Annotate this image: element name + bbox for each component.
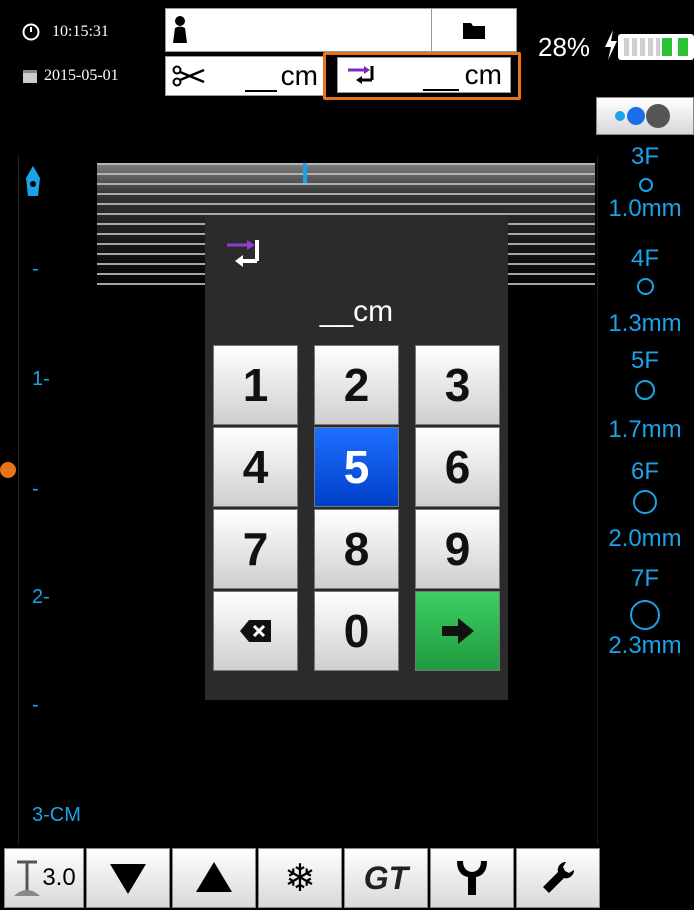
- size-circles-icon: [615, 104, 670, 128]
- catheter-size-label: 3F: [630, 143, 659, 170]
- depth-probe-icon: [14, 860, 41, 896]
- depth-scale-label: 3-CM: [32, 804, 81, 826]
- depth-unit-label: cm: [464, 59, 502, 90]
- backspace-key[interactable]: [213, 591, 298, 671]
- key-0[interactable]: 0: [314, 591, 399, 671]
- battery-percent: 28%: [538, 32, 591, 62]
- scissors-icon: [172, 65, 205, 87]
- side-marker-dot[interactable]: [0, 462, 16, 478]
- clock-row: 10:15:31: [22, 14, 109, 50]
- size-circle: [637, 278, 654, 295]
- depth-keypad-dialog: __cm 1 2 3 4 5 6 7 8 9 0: [205, 215, 508, 700]
- date-text: 2015-05-01: [44, 67, 119, 84]
- catheter-size-label: 6F: [630, 458, 659, 485]
- catheter-mm-label: 1.0mm: [608, 195, 682, 222]
- gain-button[interactable]: GT: [344, 848, 428, 908]
- key-4[interactable]: 4: [213, 427, 298, 507]
- battery-icon: [618, 34, 694, 60]
- key-6[interactable]: 6: [415, 427, 500, 507]
- depth-value: 3.0: [42, 864, 76, 891]
- key-8[interactable]: 8: [314, 509, 399, 589]
- size-circle: [630, 600, 660, 630]
- key-5[interactable]: 5: [314, 427, 399, 507]
- person-icon: [173, 16, 187, 43]
- catheter-size-label: 5F: [630, 347, 659, 374]
- catheter-mm-label: 1.7mm: [608, 416, 682, 443]
- key-9[interactable]: 9: [415, 509, 500, 589]
- depth-scale-label: 2-: [32, 586, 50, 608]
- charging-bolt-icon: [605, 30, 617, 60]
- backspace-icon: [239, 620, 271, 642]
- size-circle: [633, 490, 657, 514]
- vessel-mode-button[interactable]: [430, 848, 514, 908]
- catheter-mm-label: 2.3mm: [608, 632, 682, 659]
- catheter-size-scale: 3F 1.0mm 4F 1.3mm 5F 1.7mm 6F 2.0mm 7F 2…: [596, 140, 694, 660]
- size-circle: [639, 178, 653, 192]
- key-2[interactable]: 2: [314, 345, 399, 425]
- triangle-up-icon: [196, 862, 232, 892]
- vessel-size-toggle[interactable]: [596, 97, 694, 135]
- cut-length-field[interactable]: cm: [165, 56, 325, 96]
- keypad-value-display: __cm: [319, 295, 394, 328]
- catheter-size-label: 4F: [630, 245, 659, 272]
- catheter-mm-label: 1.3mm: [608, 310, 682, 337]
- bifurcation-icon: [457, 861, 487, 895]
- date-row: 2015-05-01: [22, 58, 119, 94]
- depth-scale-label: 1-: [32, 368, 50, 390]
- calendar-icon: [23, 70, 37, 83]
- size-circle: [635, 380, 655, 400]
- depth-blank: [422, 67, 459, 91]
- depth-button[interactable]: 3.0: [4, 848, 84, 908]
- snowflake-icon: ❄: [284, 856, 316, 900]
- depth-down-button[interactable]: [86, 848, 170, 908]
- probe-position-icon: [26, 166, 40, 196]
- cut-length-blank: [244, 68, 277, 92]
- folder-icon: [463, 23, 485, 39]
- enter-key[interactable]: [415, 591, 500, 671]
- triangle-down-icon: [110, 864, 146, 894]
- arrow-right-icon: [441, 618, 474, 644]
- gt-label: GT: [363, 859, 409, 896]
- depth-scale-label: -: [32, 694, 39, 716]
- depth-up-button[interactable]: [172, 848, 256, 908]
- catheter-size-label: 7F: [630, 565, 659, 592]
- key-3[interactable]: 3: [415, 345, 500, 425]
- key-1[interactable]: 1: [213, 345, 298, 425]
- status-bar: 10:15:31 2015-05-01 cm cm 28%: [0, 0, 694, 135]
- key-7[interactable]: 7: [213, 509, 298, 589]
- settings-button[interactable]: [516, 848, 600, 908]
- wrench-icon: [543, 861, 575, 893]
- folder-button[interactable]: [431, 8, 517, 52]
- depth-scale-label: -: [32, 478, 39, 500]
- catheter-insert-icon: [227, 240, 259, 267]
- patient-button[interactable]: [165, 8, 433, 52]
- cut-unit-label: cm: [280, 60, 318, 91]
- clock-icon: [22, 23, 40, 41]
- depth-scale-top-marker: -: [32, 258, 39, 280]
- catheter-insert-icon: [348, 66, 374, 84]
- bottom-toolbar: 3.0 ❄ GT: [0, 848, 694, 910]
- freeze-button[interactable]: ❄: [258, 848, 342, 908]
- insertion-depth-field[interactable]: cm: [337, 57, 511, 93]
- time-text: 10:15:31: [52, 23, 109, 40]
- center-marker: [303, 163, 307, 183]
- catheter-mm-label: 2.0mm: [608, 525, 682, 552]
